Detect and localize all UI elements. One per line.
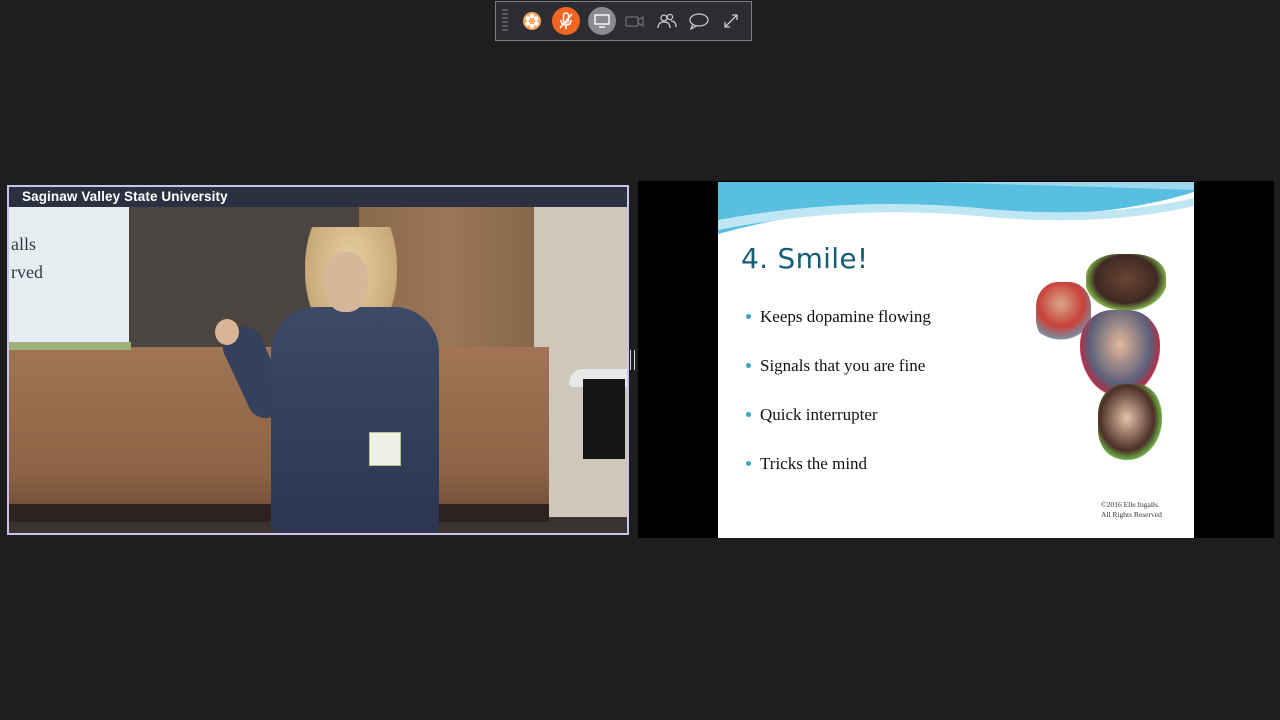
video-camera-icon: [625, 15, 645, 28]
microphone-button[interactable]: [551, 7, 580, 35]
monitor-icon: [593, 14, 610, 28]
slide-bullet: Keeps dopamine flowing: [746, 307, 931, 356]
people-icon: [657, 13, 677, 29]
projector-text: rved: [11, 262, 43, 282]
expand-icon: [724, 14, 738, 28]
video-feed: alls rved: [9, 207, 627, 533]
chat-bubble-icon: [689, 13, 709, 30]
chat-button[interactable]: [687, 7, 711, 35]
name-badge: [369, 432, 401, 466]
slide-bullet: Quick interrupter: [746, 405, 931, 454]
apps-button[interactable]: [520, 7, 544, 35]
projector-screen: alls rved: [9, 207, 129, 342]
projector-text: alls: [11, 234, 36, 254]
slide-bullet: Tricks the mind: [746, 454, 931, 503]
microphone-icon: [559, 12, 573, 29]
slide-header-wave: [718, 182, 1194, 234]
hexagon-apps-icon: [522, 12, 541, 30]
slide-bullet: Signals that you are fine: [746, 356, 931, 405]
meeting-toolbar: [495, 1, 752, 41]
share-screen-button[interactable]: [587, 7, 616, 35]
drag-handle[interactable]: [502, 9, 508, 33]
slide-bullet-list: Keeps dopamine flowing Signals that you …: [746, 307, 931, 503]
participants-button[interactable]: [655, 7, 679, 35]
speaker-video[interactable]: Saginaw Valley State University alls rve…: [7, 185, 629, 535]
video-label-bar: Saginaw Valley State University: [9, 187, 627, 207]
presentation-slide: 4. Smile! Keeps dopamine flowing Signals…: [718, 182, 1194, 538]
camera-button[interactable]: [624, 7, 648, 35]
video-source-label: Saginaw Valley State University: [22, 189, 228, 204]
panel-resize-handle[interactable]: [630, 350, 635, 370]
slide-copyright: ©2016 Elle Ingalls All Rights Reserved: [1101, 500, 1162, 519]
fullscreen-button[interactable]: [719, 7, 743, 35]
slide-title: 4. Smile!: [741, 242, 869, 275]
